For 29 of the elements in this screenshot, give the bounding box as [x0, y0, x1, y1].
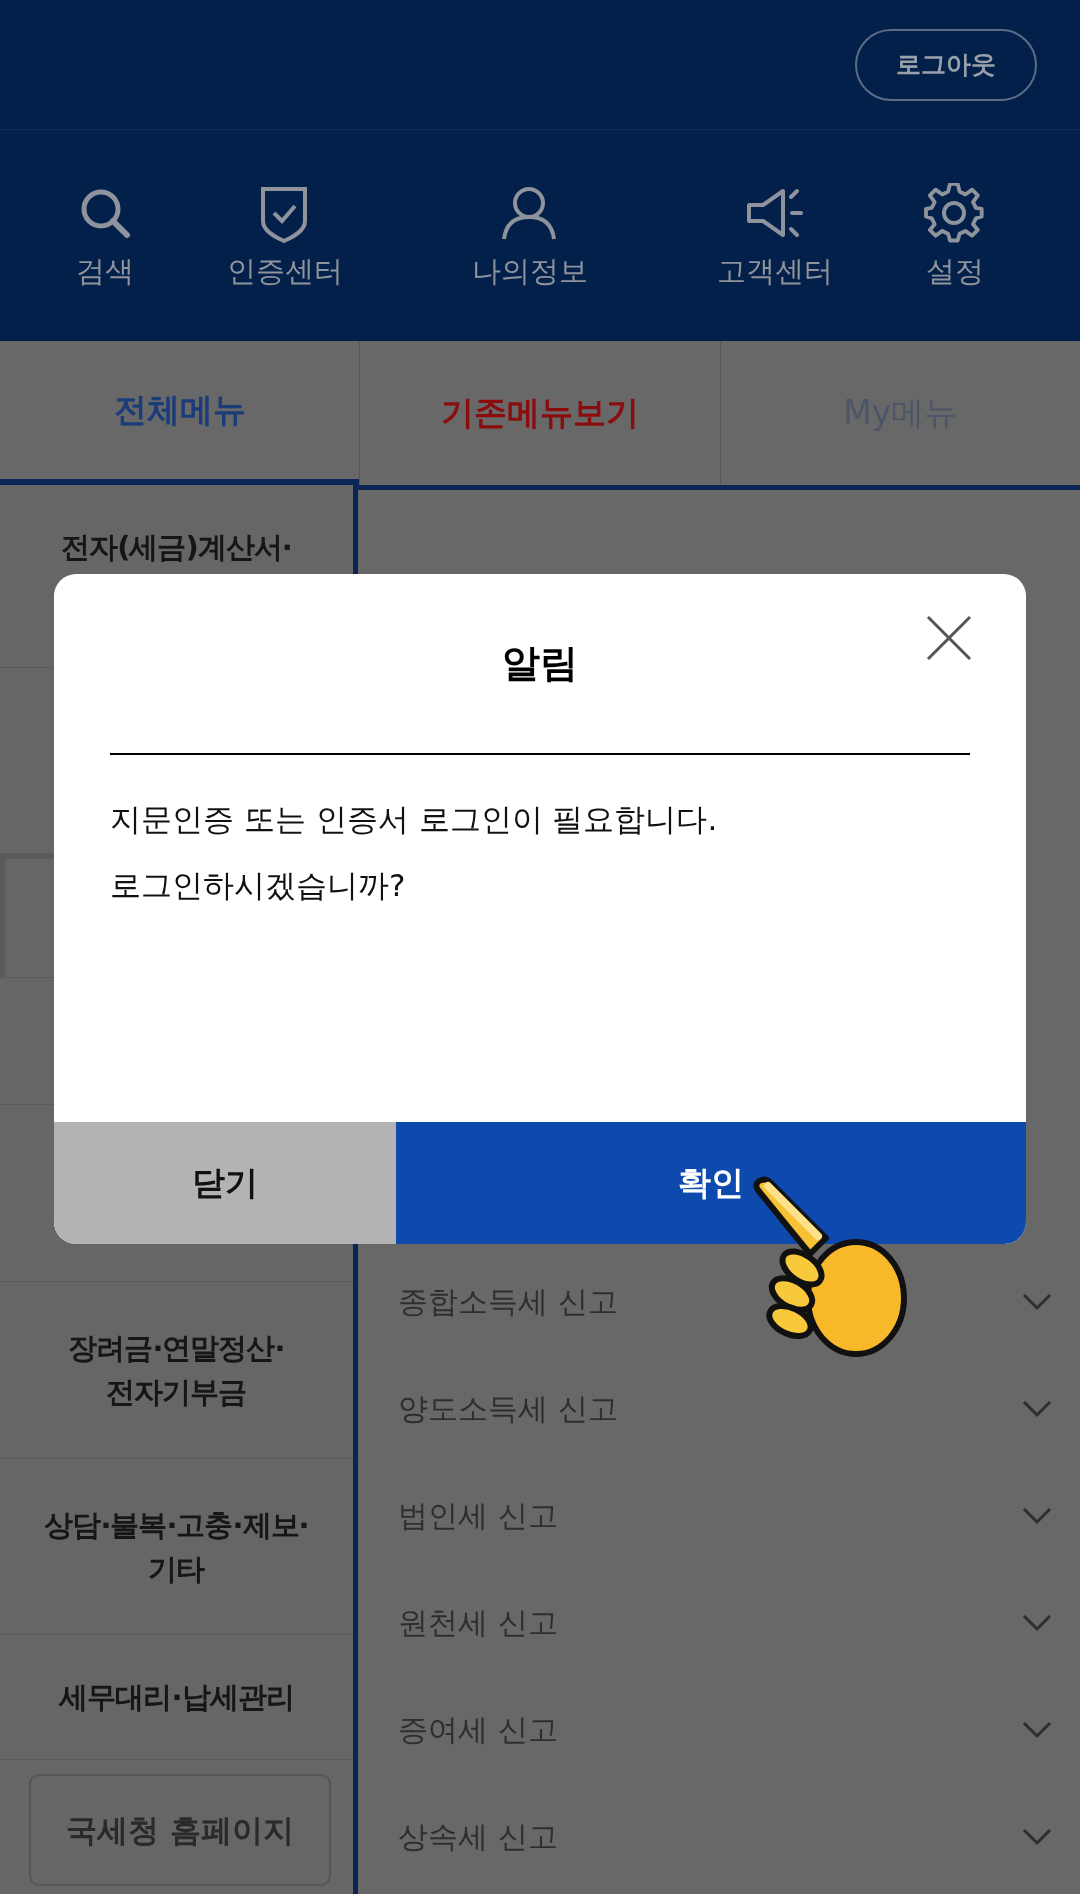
chevron-down-icon[interactable] — [1022, 1506, 1052, 1525]
quick-menu-label[interactable]: 설정 — [926, 252, 984, 289]
settings-icon — [924, 182, 986, 245]
quick-menu-label[interactable]: 나의정보 — [472, 252, 588, 289]
menu-item[interactable]: 양도소득세 신고 — [398, 1386, 618, 1431]
dialog-title: 알림 — [502, 640, 578, 687]
quick-menu-label[interactable]: 검색 — [76, 252, 134, 289]
chevron-down-icon[interactable] — [1022, 1292, 1052, 1311]
homepage-button[interactable]: 국세청 홈페이지 — [29, 1774, 331, 1886]
menu-item[interactable]: 종합소득세 신고 — [398, 1279, 618, 1324]
chevron-down-icon[interactable] — [1022, 1827, 1052, 1846]
quick-menu-label[interactable]: 고객센터 — [717, 252, 833, 289]
menu-item[interactable]: 원천세 신고 — [398, 1600, 558, 1645]
close-button[interactable]: 닫기 — [54, 1122, 396, 1244]
menu-item[interactable]: 상속세 신고 — [398, 1814, 558, 1859]
quick-menu-label[interactable]: 인증센터 — [227, 252, 343, 289]
confirm-button[interactable]: 확인 — [396, 1122, 1026, 1244]
close-icon[interactable] — [926, 615, 972, 661]
chevron-down-icon[interactable] — [1022, 1613, 1052, 1632]
category-item[interactable]: 세무대리·납세관리 — [0, 1635, 353, 1760]
category-item[interactable]: 상담·불복·고충·제보· 기타 — [0, 1459, 353, 1635]
menu-item[interactable]: 법인세 신고 — [398, 1493, 558, 1538]
logout-button[interactable]: 로그아웃 — [855, 28, 1037, 101]
category-item[interactable]: 장려금·연말정산· 전자기부금 — [0, 1282, 353, 1459]
menu-item[interactable]: 증여세 신고 — [398, 1707, 558, 1752]
dialog-message: 지문인증 또는 인증서 로그인이 필요합니다. — [110, 800, 719, 839]
dialog-message: 로그인하시겠습니까? — [110, 866, 407, 905]
chevron-down-icon[interactable] — [1022, 1399, 1052, 1418]
chevron-down-icon[interactable] — [1022, 1720, 1052, 1739]
